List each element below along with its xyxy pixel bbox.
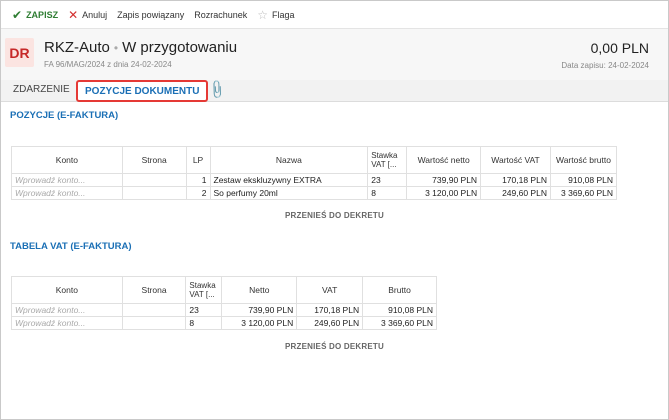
stawka-cell: 8 <box>185 316 223 330</box>
column-header-vat[interactable]: VAT <box>296 276 364 304</box>
document-window: ✔ ZAPISZ ✕ Anuluj Zapis powiązany Rozrac… <box>0 0 669 420</box>
flag-label: Flaga <box>272 9 295 20</box>
stawka-header-line1: Stawka <box>189 281 216 290</box>
column-header-stawka[interactable]: Stawka VAT [... <box>185 276 223 304</box>
stawka-cell: 8 <box>367 186 408 200</box>
vat-cell: 170,18 PLN <box>480 173 551 187</box>
document-header: DR RKZ-Auto • W przygotowaniu FA 96/MAG/20… <box>1 28 668 80</box>
vat-table: Konto Strona Stawka VAT [... Netto VAT Br… <box>11 276 437 330</box>
tab-event[interactable]: ZDARZENIE <box>13 84 70 95</box>
table-row: Wprowadź konto... 8 3 120,00 PLN 249,60 … <box>11 316 437 330</box>
stawka-header-line2: VAT [... <box>371 160 397 169</box>
strona-cell[interactable] <box>121 303 187 317</box>
netto-cell: 3 120,00 PLN <box>406 186 482 200</box>
lp-cell: 2 <box>185 186 211 200</box>
strona-cell[interactable] <box>121 316 187 330</box>
settlement-label: Rozrachunek <box>194 9 248 20</box>
document-type: RKZ-Auto <box>44 39 110 56</box>
column-header-vat[interactable]: Wartość VAT <box>480 146 551 174</box>
konto-input[interactable]: Wprowadź konto... <box>11 173 123 187</box>
nazwa-cell: Zestaw ekskluzywny EXTRA <box>209 173 369 187</box>
column-header-netto[interactable]: Netto <box>221 276 298 304</box>
star-icon: ☆ <box>257 7 269 22</box>
table-row: Wprowadź konto... 2 So perfumy 20ml 8 3 … <box>11 186 618 200</box>
netto-cell: 739,90 PLN <box>406 173 482 187</box>
stawka-header-line1: Stawka <box>371 151 398 160</box>
column-header-brutto[interactable]: Brutto <box>362 276 437 304</box>
vat-cell: 170,18 PLN <box>296 303 364 317</box>
konto-input[interactable]: Wprowadź konto... <box>11 186 123 200</box>
save-label: ZAPISZ <box>26 9 59 20</box>
konto-input[interactable]: Wprowadź konto... <box>11 303 123 317</box>
column-header-nazwa[interactable]: Nazwa <box>209 146 369 174</box>
brutto-cell: 910,08 PLN <box>549 173 618 187</box>
title-separator: • <box>113 41 119 55</box>
settlement-button[interactable]: Rozrachunek <box>189 1 252 28</box>
column-header-stawka[interactable]: Stawka VAT [... <box>367 146 408 174</box>
document-status: W przygotowaniu <box>122 39 238 56</box>
netto-cell: 3 120,00 PLN <box>221 316 298 330</box>
vat-section-title: TABELA VAT (E-FAKTURA) <box>10 241 132 252</box>
tab-document-items[interactable]: POZYCJE DOKUMENTU <box>76 80 209 102</box>
cancel-button[interactable]: ✕ Anuluj <box>63 1 112 28</box>
brutto-cell: 910,08 PLN <box>362 303 437 317</box>
save-date: Data zapisu: 24-02-2024 <box>561 61 649 70</box>
netto-cell: 739,90 PLN <box>221 303 298 317</box>
page-title: RKZ-Auto • W przygotowaniu <box>44 39 237 56</box>
nazwa-cell: So perfumy 20ml <box>209 186 369 200</box>
related-entry-label: Zapis powiązany <box>117 9 185 20</box>
save-button[interactable]: ✔ ZAPISZ <box>7 1 63 28</box>
column-header-brutto[interactable]: Wartość brutto <box>549 146 618 174</box>
paperclip-icon[interactable]: 📎 <box>206 79 228 102</box>
strona-cell[interactable] <box>121 186 187 200</box>
positions-table: Konto Strona LP Nazwa Stawka VAT [... War… <box>11 146 618 200</box>
document-amount: 0,00 PLN <box>590 40 649 56</box>
flag-button[interactable]: ☆ Flaga <box>252 1 299 28</box>
stawka-header-line2: VAT [... <box>189 290 215 299</box>
column-header-konto[interactable]: Konto <box>11 146 123 174</box>
document-subtitle: FA 96/MAG/2024 z dnia 24-02-2024 <box>44 60 172 69</box>
toolbar: ✔ ZAPISZ ✕ Anuluj Zapis powiązany Rozrac… <box>1 1 668 28</box>
konto-input[interactable]: Wprowadź konto... <box>11 316 123 330</box>
table-header-row: Konto Strona LP Nazwa Stawka VAT [... War… <box>11 146 618 174</box>
column-header-lp[interactable]: LP <box>185 146 211 174</box>
tab-bar: ZDARZENIE POZYCJE DOKUMENTU 📎 <box>1 79 668 102</box>
column-header-netto[interactable]: Wartość netto <box>406 146 482 174</box>
brutto-cell: 3 369,60 PLN <box>549 186 618 200</box>
column-header-konto[interactable]: Konto <box>11 276 123 304</box>
strona-cell[interactable] <box>121 173 187 187</box>
cancel-label: Anuluj <box>82 9 108 20</box>
vat-cell: 249,60 PLN <box>480 186 551 200</box>
checkmark-icon: ✔ <box>12 7 23 22</box>
stawka-cell: 23 <box>185 303 223 317</box>
table-row: Wprowadź konto... 1 Zestaw ekskluzywny E… <box>11 173 618 187</box>
column-header-strona[interactable]: Strona <box>121 276 187 304</box>
avatar: DR <box>5 38 34 67</box>
positions-section-title: POZYCJE (E-FAKTURA) <box>10 110 119 121</box>
table-row: Wprowadź konto... 23 739,90 PLN 170,18 P… <box>11 303 437 317</box>
related-entry-button[interactable]: Zapis powiązany <box>112 1 189 28</box>
move-to-decree-button[interactable]: PRZENIEŚ DO DEKRETU <box>285 211 384 220</box>
column-header-strona[interactable]: Strona <box>121 146 187 174</box>
stawka-cell: 23 <box>367 173 408 187</box>
vat-cell: 249,60 PLN <box>296 316 364 330</box>
table-header-row: Konto Strona Stawka VAT [... Netto VAT Br… <box>11 276 437 304</box>
brutto-cell: 3 369,60 PLN <box>362 316 437 330</box>
close-icon: ✕ <box>68 7 79 22</box>
lp-cell: 1 <box>185 173 211 187</box>
move-to-decree-button[interactable]: PRZENIEŚ DO DEKRETU <box>285 342 384 351</box>
